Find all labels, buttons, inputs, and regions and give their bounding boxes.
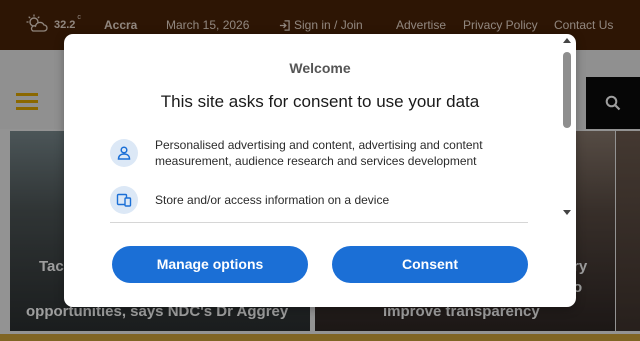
purpose-item: Personalised advertising and content, ad… — [110, 137, 525, 169]
scroll-up-arrow-icon[interactable] — [563, 38, 571, 43]
consent-dialog: Welcome This site asks for consent to us… — [64, 34, 576, 307]
consent-button[interactable]: Consent — [332, 246, 528, 283]
scroll-thumb[interactable] — [563, 52, 571, 128]
purpose-text: Store and/or access information on a dev… — [155, 193, 390, 207]
dialog-welcome: Welcome — [289, 60, 351, 76]
dialog-scrollbar[interactable] — [562, 38, 574, 222]
purpose-text: Personalised advertising and content, ad… — [155, 138, 483, 168]
devices-icon — [110, 186, 138, 214]
dialog-divider — [110, 222, 528, 223]
manage-options-button[interactable]: Manage options — [112, 246, 308, 283]
person-icon — [110, 139, 138, 167]
scroll-down-arrow-icon[interactable] — [563, 210, 571, 215]
purpose-item: Store and/or access information on a dev… — [110, 186, 389, 214]
dialog-headline: This site asks for consent to use your d… — [160, 92, 480, 111]
